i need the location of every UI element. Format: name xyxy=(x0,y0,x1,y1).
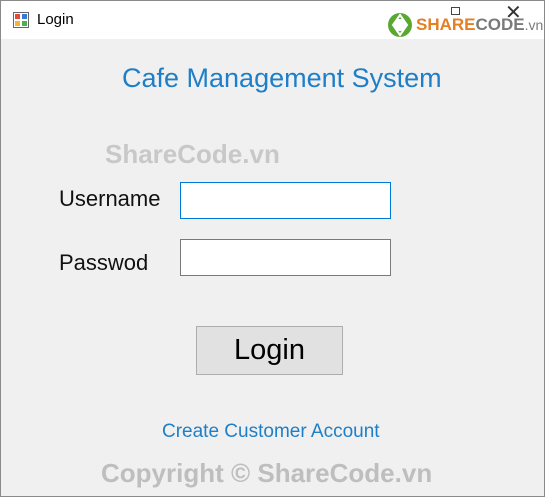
app-heading: Cafe Management System xyxy=(122,63,442,93)
login-button[interactable]: Login xyxy=(196,326,343,375)
maximize-icon[interactable] xyxy=(451,7,460,15)
logo-share-text: SHARE xyxy=(416,15,476,34)
username-input[interactable] xyxy=(180,182,391,219)
password-label: Passwod xyxy=(59,250,149,275)
username-label: Username xyxy=(59,186,161,211)
sharecode-logo-icon xyxy=(388,13,412,37)
logo-tld-text: .vn xyxy=(524,17,544,33)
watermark-copyright: Copyright © ShareCode.vn xyxy=(101,458,433,488)
watermark-center: ShareCode.vn xyxy=(105,139,280,169)
logo-code-text: CODE xyxy=(475,15,525,34)
window-title: Login xyxy=(37,11,74,28)
create-customer-account-link[interactable]: Create Customer Account xyxy=(162,421,380,443)
app-icon xyxy=(13,12,29,28)
login-window: Login ✕ SHARECODE.vn Cafe Management Sys… xyxy=(0,0,545,497)
sharecode-logo-text: SHARECODE.vn xyxy=(416,15,543,35)
password-input[interactable] xyxy=(180,239,391,276)
